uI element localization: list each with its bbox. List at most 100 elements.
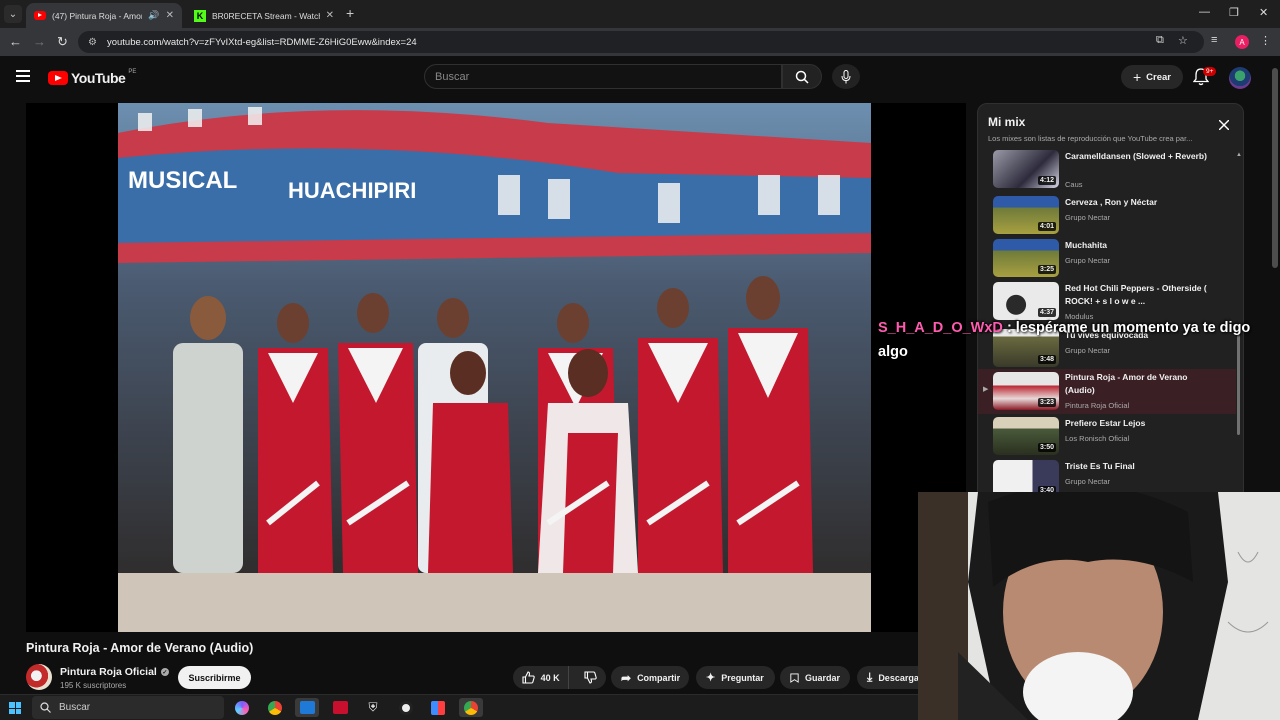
scroll-up-icon[interactable]: ▲ [1236, 152, 1242, 158]
close-window-icon[interactable]: ✕ [1259, 6, 1268, 19]
reload-icon[interactable]: ↻ [57, 34, 68, 50]
browser-profile-avatar[interactable]: A [1235, 35, 1249, 49]
now-playing-icon: ▶ [983, 386, 989, 393]
close-icon[interactable] [1219, 120, 1229, 130]
verified-check-icon: ✓ [160, 668, 169, 676]
tab-label: (47) Pintura Roja - Amor de Verano [52, 10, 143, 21]
playlist-item[interactable]: 3:50 Prefiero Estar Lejos Los Ronisch Of… [978, 417, 1236, 461]
banner-text-left: MUSICAL [128, 167, 237, 194]
notification-badge: 9+ [1203, 67, 1217, 76]
chat-username: S_H_A_D_O_WxD [878, 320, 1003, 336]
plus-icon: + [1132, 69, 1142, 85]
save-button[interactable]: Guardar [780, 666, 850, 689]
search-icon [40, 702, 51, 713]
tab-youtube[interactable]: (47) Pintura Roja - Amor de Verano 🔊 ✕ [26, 3, 182, 28]
restore-icon[interactable]: ❐ [1229, 6, 1239, 19]
tab-label: BR0RECETA Stream - Watch Live [212, 10, 320, 21]
taskbar-search[interactable]: Buscar [32, 696, 224, 719]
taskbar-app-icon[interactable] [230, 698, 254, 717]
share-button[interactable]: ➦ Compartir [611, 666, 689, 689]
video-thumbnail: 3:50 [993, 417, 1059, 455]
mix-header: Mi mix Los mixes son listas de reproducc… [978, 104, 1243, 150]
playlist-item[interactable]: 4:12 Caramelldansen (Slowed + Reverb) Ca… [978, 150, 1236, 194]
playlist-item-title: Triste Es Tu Final [1065, 461, 1135, 471]
close-tab-icon[interactable]: ✕ [326, 10, 334, 21]
video-thumbnail: 4:37 [993, 282, 1059, 320]
microphone-icon [841, 69, 851, 83]
youtube-favicon-icon [34, 11, 46, 20]
video-thumbnail: 4:01 [993, 196, 1059, 234]
speaker-icon[interactable]: 🔊 [148, 10, 159, 21]
youtube-logo[interactable]: YouTube PE [48, 69, 136, 86]
create-button[interactable]: + Crear [1121, 65, 1183, 89]
search-button[interactable] [782, 64, 822, 89]
bookmark-star-icon[interactable]: ☆ [1178, 34, 1188, 47]
cast-icon[interactable]: ⧉ [1156, 34, 1164, 47]
taskbar-app-icon[interactable] [295, 698, 319, 717]
shield-icon[interactable]: ⛨ [361, 698, 385, 717]
video-title: Pintura Roja - Amor de Verano (Audio) [26, 641, 254, 655]
tab-kick[interactable]: K BR0RECETA Stream - Watch Live ✕ [186, 3, 342, 28]
back-icon[interactable]: ← [9, 34, 22, 49]
url-field[interactable]: ⚙ youtube.com/watch?v=zFYvIXtd-eg&list=R… [78, 31, 1204, 53]
page-scrollbar-thumb[interactable] [1272, 68, 1278, 268]
dislike-button[interactable] [575, 666, 606, 689]
minimize-icon[interactable]: — [1199, 6, 1210, 18]
channel-name[interactable]: Pintura Roja Oficial ✓ [60, 666, 169, 678]
video-thumbnail: 4:12 [993, 150, 1059, 188]
mix-subtitle: Los mixes son listas de reproducción que… [988, 134, 1193, 143]
subscribe-button[interactable]: Suscribirme [178, 666, 251, 689]
playlist-item[interactable]: 3:25 Muchahita Grupo Nectar [978, 239, 1236, 283]
voice-search-button[interactable] [832, 64, 860, 89]
chrome-icon[interactable] [459, 698, 483, 717]
like-dislike-group: 40 K [513, 666, 606, 689]
hamburger-menu-icon[interactable] [16, 70, 30, 82]
new-tab-icon[interactable]: + [346, 5, 354, 21]
obs-icon[interactable] [394, 698, 418, 717]
video-thumbnail: 3:23 [993, 372, 1059, 410]
download-icon: ⤓ [867, 670, 873, 684]
mix-title: Mi mix [988, 115, 1026, 129]
menu-dots-icon[interactable]: ⋮ [1260, 34, 1271, 47]
address-bar: ← → ↻ ⚙ youtube.com/watch?v=zFYvIXtd-eg&… [0, 28, 1280, 56]
windows-start-icon[interactable] [9, 702, 21, 714]
playlist-item-title: Pintura Roja - Amor de Verano (Audio) [1065, 372, 1188, 395]
chrome-icon[interactable] [263, 698, 287, 717]
playlist-item-artist: Grupo Nectar [1065, 477, 1111, 486]
playlist-item-current[interactable]: ▶ 3:23 Pintura Roja - Amor de Verano (Au… [978, 369, 1236, 414]
playlist-item-artist: Grupo Nectar [1065, 256, 1111, 265]
chat-message-overlay: S_H_A_D_O_WxD : lespérame un momento ya … [878, 316, 1278, 364]
mix-playlist-panel: Mi mix Los mixes son listas de reproducc… [977, 103, 1244, 498]
forward-icon[interactable]: → [33, 34, 46, 49]
playlist-item-title: Muchahita [1065, 240, 1108, 250]
save-bookmark-icon [790, 672, 799, 683]
like-button[interactable]: 40 K [513, 666, 570, 689]
thumbs-down-icon [584, 671, 597, 684]
page-scrollbar[interactable] [1270, 56, 1280, 492]
webcam-overlay [918, 492, 1280, 720]
playlist-item[interactable]: 4:01 Cerveza , Ron y Néctar Grupo Nectar [978, 196, 1236, 240]
windows-taskbar: Buscar ⛨ [0, 694, 918, 720]
reading-list-icon[interactable]: ≡ [1211, 34, 1217, 46]
channel-avatar[interactable] [26, 664, 52, 690]
tab-search-icon[interactable]: ⌄ [4, 5, 22, 23]
site-info-icon[interactable]: ⚙ [88, 37, 97, 48]
download-button[interactable]: ⤓ Descargar [857, 666, 918, 689]
browser-tab-bar: ⌄ (47) Pintura Roja - Amor de Verano 🔊 ✕… [0, 0, 1280, 28]
close-tab-icon[interactable]: ✕ [166, 10, 174, 21]
taskbar-app-icon[interactable] [328, 698, 352, 717]
user-avatar[interactable] [1229, 67, 1251, 89]
thumbs-up-icon [522, 671, 535, 684]
video-thumbnail: 3:25 [993, 239, 1059, 277]
video-player[interactable]: MUSICAL HUACHIPIRI [26, 103, 966, 632]
search-input[interactable]: Buscar [424, 64, 782, 89]
webcam-image [918, 492, 1280, 720]
kick-favicon-icon: K [194, 9, 206, 22]
taskbar-app-icon[interactable] [426, 698, 450, 717]
sparkle-icon: ✦ [706, 672, 716, 684]
youtube-play-icon [48, 71, 68, 85]
video-frame: MUSICAL HUACHIPIRI [118, 103, 871, 632]
playlist-item-title: Red Hot Chili Peppers - Otherside ( ROCK… [1065, 283, 1207, 306]
search-icon [795, 70, 809, 84]
ask-button[interactable]: ✦ Preguntar [696, 666, 775, 689]
